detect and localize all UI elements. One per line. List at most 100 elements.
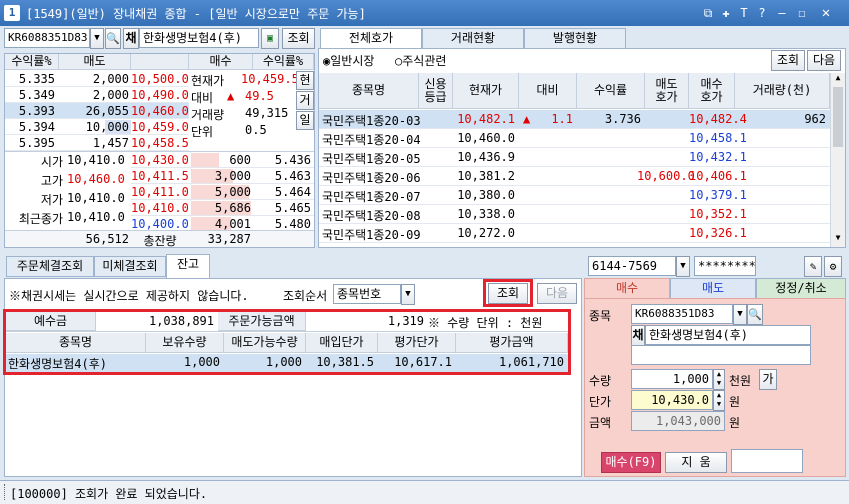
tab-issue-status[interactable]: 발행현황 [524,28,626,49]
buy-button[interactable]: 매수(F9) [601,452,661,473]
qty-label: 수량 [589,374,612,388]
code-input[interactable]: KR6088351D83 [631,304,733,324]
quote-bid[interactable]: 10,379.1 [689,188,747,202]
ask-price[interactable]: 10,460.0 [131,104,189,118]
tab-trade-status[interactable]: 거래현황 [422,28,524,49]
hdr-bid-yield: 수익률% [253,54,314,70]
scroll-thumb[interactable] [833,87,843,147]
quote-name[interactable]: 국민주택1종20-09 [322,226,421,243]
ask-qty: 2,000 [92,88,129,102]
quote-name[interactable]: 국민주택1종20-08 [322,207,421,224]
quote-name[interactable]: 국민주택1종20-05 [322,150,421,167]
help-icon[interactable]: ? [754,5,770,21]
tab-unfilled[interactable]: 미체결조회 [94,256,166,277]
quote-header: 수익률 [577,73,645,109]
code-input[interactable]: KR6088351D83 [4,28,90,48]
bid-price[interactable]: 10,430.0 [131,153,189,167]
tab-buy[interactable]: 매수 [584,278,670,299]
bid-price[interactable]: 10,411.0 [131,185,189,199]
save-icon[interactable]: ▣ [261,28,279,49]
quote-yield: 3.736 [604,112,641,126]
restore-icon[interactable]: ⧉ [700,5,716,21]
pin-icon[interactable]: ✚ [718,5,734,21]
minimize-icon[interactable]: — [774,5,790,21]
bid-total: 33,287 [207,232,251,246]
amount-label: 금액 [589,416,612,430]
account-select[interactable]: 6144-7569 [588,256,676,276]
side-tab-daily[interactable]: 일 [296,111,314,130]
qty-input[interactable]: 1,000 [631,369,713,389]
maximize-icon[interactable]: ☐ [794,5,810,21]
text-icon[interactable]: T [736,5,752,21]
balance-eval-price: 10,617.1 [394,355,452,369]
cur-value: 10,459.5 [241,72,299,86]
chevron-down-icon[interactable]: ▼ [733,304,747,325]
quote-ask[interactable]: 10,600.0 [637,169,695,183]
sort-label: 조회순서 [283,289,328,303]
ask-yield: 5.395 [18,136,55,150]
ask-price[interactable]: 10,500.0 [131,72,189,86]
quote-name[interactable]: 국민주택1종20-03 [322,112,421,129]
scroll-down-icon[interactable]: ▼ [831,233,845,242]
query-button[interactable]: 조회 [282,28,315,49]
query-button[interactable]: 조회 [771,50,805,71]
quote-name[interactable]: 국민주택1종20-07 [322,188,421,205]
qty-stepper[interactable]: ▲ ▼ [713,369,725,390]
quote-header: 매수 호가 [689,73,735,109]
password-input[interactable]: ********* [694,256,756,276]
quote-price: 10,272.0 [457,226,515,240]
price-input[interactable]: 10,430.0 [631,390,713,410]
tab-balance[interactable]: 잔고 [166,254,210,279]
price-stepper[interactable]: ▲ ▼ [713,390,725,411]
qty-available-button[interactable]: 가 [759,369,777,390]
quote-bid[interactable]: 10,432.1 [689,150,747,164]
chevron-down-icon[interactable]: ▼ [90,28,104,49]
side-tab-trade[interactable]: 거 [296,91,314,110]
bid-price[interactable]: 10,410.0 [131,201,189,215]
ask-price[interactable]: 10,458.5 [131,136,189,150]
search-icon[interactable]: 🔍 [105,28,121,49]
quote-name[interactable]: 국민주택1종20-06 [322,169,421,186]
search-icon[interactable]: 🔍 [747,304,763,325]
buy-panel: 종목 KR6088351D83 ▼ 🔍 채 한화생명보험4(후) 수량 1,00… [584,298,846,477]
next-button[interactable]: 다음 [537,283,577,304]
radio-general[interactable]: ◉일반시장 [323,52,374,69]
scrollbar[interactable]: ▲ ▼ [830,73,845,247]
sort-select[interactable]: 종목번호 [333,284,401,304]
quote-bid[interactable]: 10,482.4 [689,112,747,126]
code-label: 종목 [589,309,612,323]
quote-bid[interactable]: 10,458.1 [689,131,747,145]
balance-header: 보유수량 [146,333,224,353]
side-tab-current[interactable]: 현 [296,71,314,90]
balance-sellable: 1,000 [265,355,302,369]
quote-bid[interactable]: 10,406.1 [689,169,747,183]
query-button[interactable]: 조회 [488,283,528,304]
gear-icon[interactable]: ⚙ [824,256,842,277]
balance-area: 주문체결조회 미체결조회 잔고 ※채권시세는 실시간으로 제공하지 않습니다. … [3,254,582,477]
up-arrow-icon: ▲ [227,89,235,103]
edit-icon[interactable]: ✎ [804,256,822,277]
ask-price[interactable]: 10,459.0 [131,120,189,134]
quote-bid[interactable]: 10,326.1 [689,226,747,240]
tab-modify-cancel[interactable]: 정정/취소 [756,278,846,299]
window-number: 1 [4,5,20,21]
balance-header: 평가금액 [456,333,568,353]
clear-button[interactable]: 지 움 [665,452,727,473]
tab-order-fill[interactable]: 주문체결조회 [6,256,94,277]
scroll-up-icon[interactable]: ▲ [831,73,845,82]
ask-price[interactable]: 10,490.0 [131,88,189,102]
quote-header: 현재가 [453,73,519,109]
bid-price[interactable]: 10,411.5 [131,169,189,183]
chevron-down-icon[interactable]: ▼ [401,284,415,305]
next-button[interactable]: 다음 [807,50,841,71]
avail-value: 1,319 [387,314,424,328]
close-icon[interactable]: ✕ [818,5,834,21]
tab-sell[interactable]: 매도 [670,278,756,299]
amount-field: 1,043,000 [631,411,725,431]
bid-price[interactable]: 10,400.0 [131,217,189,231]
quote-name[interactable]: 국민주택1종20-04 [322,131,421,148]
quote-bid[interactable]: 10,352.1 [689,207,747,221]
chevron-down-icon[interactable]: ▼ [676,256,690,277]
radio-stock[interactable]: ○주식관련 [395,52,446,69]
tab-all-quotes[interactable]: 전체호가 [320,28,422,49]
